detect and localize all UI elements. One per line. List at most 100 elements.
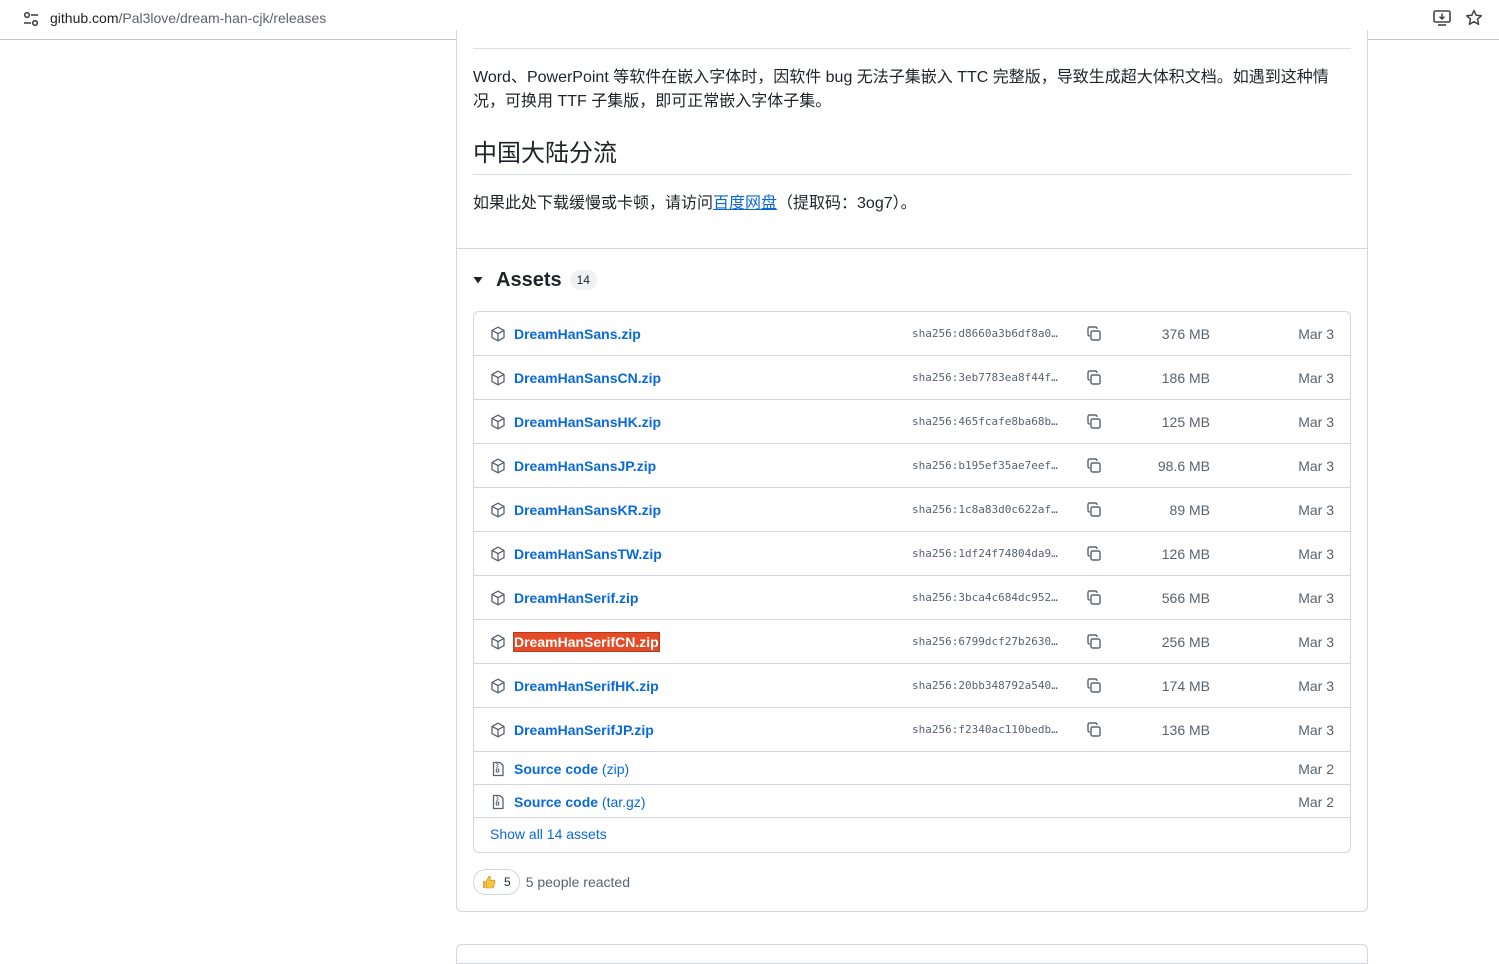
install-app-icon[interactable] [1432,8,1452,28]
asset-download-link[interactable]: DreamHanSansTW.zip [514,545,662,563]
package-icon [490,722,506,738]
assets-title: Assets [496,268,562,291]
asset-date: Mar 2 [1298,761,1334,777]
asset-row: DreamHanSansHK.zip sha256:465fcafe8ba68b…… [474,400,1350,444]
asset-size: 126 MB [1161,546,1210,562]
next-release-card [456,944,1368,964]
source-code-format: (tar.gz) [601,794,646,810]
show-all-assets-link[interactable]: Show all 14 assets [474,818,1350,851]
asset-sha256: sha256:1c8a83d0c622af… [912,503,1058,516]
assets-toggle[interactable]: Assets 14 [473,266,597,294]
mirror-heading: 中国大陆分流 [473,136,1351,175]
reactions: 5 5 people reacted [473,869,630,895]
copy-icon[interactable] [1085,369,1103,387]
asset-size: 136 MB [1161,722,1210,738]
asset-size: 376 MB [1161,326,1210,342]
package-icon [490,414,506,430]
asset-row: DreamHanSansKR.zip sha256:1c8a83d0c622af…… [474,488,1350,532]
reaction-summary: 5 people reacted [525,874,630,890]
asset-row: DreamHanSerifCN.zip sha256:6799dcf27b2630… [474,620,1350,664]
package-icon [490,590,506,606]
tune-icon[interactable] [22,10,40,28]
asset-date: Mar 3 [1298,502,1334,518]
mirror-text-after: （提取码：3og7）。 [777,195,917,212]
mirror-text-before: 如果此处下载缓慢或卡顿，请访问 [473,195,714,212]
asset-size: 174 MB [1161,678,1210,694]
asset-download-link[interactable]: DreamHanSerifJP.zip [514,721,654,739]
source-code-link[interactable]: Source code (tar.gz) [514,793,646,811]
assets-count-badge: 14 [569,270,597,290]
asset-download-link[interactable]: DreamHanSerifCN.zip [513,632,660,652]
divider [457,248,1367,249]
star-icon[interactable] [1464,8,1484,28]
package-icon [490,546,506,562]
asset-sha256: sha256:f2340ac110bedb… [912,723,1058,736]
asset-row: DreamHanSansTW.zip sha256:1df24f74804da9…… [474,532,1350,576]
package-icon [490,502,506,518]
asset-row: DreamHanSerifJP.zip sha256:f2340ac110bedb… [474,708,1350,752]
show-all-row: Show all 14 assets [474,818,1350,851]
thumbs-up-icon [483,875,496,889]
asset-download-link[interactable]: DreamHanSans.zip [514,325,641,343]
asset-date: Mar 3 [1298,370,1334,386]
source-code-label: Source code [514,794,599,810]
asset-date: Mar 3 [1298,326,1334,342]
thumbs-up-reaction-button[interactable]: 5 [473,869,520,895]
asset-sha256: sha256:1df24f74804da9… [912,547,1058,560]
asset-sha256: sha256:3bca4c684dc952… [912,591,1058,604]
asset-row: DreamHanSans.zip sha256:d8660a3b6df8a0… 37… [474,312,1350,356]
asset-download-link[interactable]: DreamHanSansHK.zip [514,413,661,431]
copy-icon[interactable] [1085,721,1103,739]
url-host: github.com [50,10,119,26]
copy-icon[interactable] [1085,677,1103,695]
asset-sha256: sha256:6799dcf27b2630… [912,635,1058,648]
asset-sha256: sha256:20bb348792a540… [912,679,1058,692]
triangle-down-icon [473,277,483,284]
source-code-link[interactable]: Source code (zip) [514,760,629,778]
url-text[interactable]: github.com/Pal3love/dream-han-cjk/releas… [50,9,326,27]
mirror-paragraph: 如果此处下载缓慢或卡顿，请访问百度网盘（提取码：3og7）。 [473,192,1353,216]
asset-download-link[interactable]: DreamHanSansCN.zip [514,369,661,387]
asset-download-link[interactable]: DreamHanSerif.zip [514,589,638,607]
asset-download-link[interactable]: DreamHanSansKR.zip [514,501,661,519]
embed-note-paragraph: Word、PowerPoint 等软件在嵌入字体时，因软件 bug 无法子集嵌入… [473,69,1329,110]
asset-sha256: sha256:d8660a3b6df8a0… [912,327,1058,340]
copy-icon[interactable] [1085,589,1103,607]
asset-date: Mar 3 [1298,458,1334,474]
asset-size: 186 MB [1161,370,1210,386]
asset-date: Mar 2 [1298,794,1334,810]
reaction-count: 5 [504,875,511,889]
package-icon [490,326,506,342]
asset-size: 256 MB [1161,634,1210,650]
asset-date: Mar 3 [1298,722,1334,738]
url-path: /Pal3love/dream-han-cjk/releases [118,10,327,26]
asset-date: Mar 3 [1298,634,1334,650]
asset-row: DreamHanSansCN.zip sha256:3eb7783ea8f44f…… [474,356,1350,400]
source-code-label: Source code [514,761,599,777]
copy-icon[interactable] [1085,633,1103,651]
asset-row: DreamHanSerifHK.zip sha256:20bb348792a540… [474,664,1350,708]
file-zip-icon [490,794,506,810]
asset-download-link[interactable]: DreamHanSerifHK.zip [514,677,659,695]
asset-row: DreamHanSansJP.zip sha256:b195ef35ae7eef…… [474,444,1350,488]
copy-icon[interactable] [1085,457,1103,475]
source-code-format: (zip) [601,761,630,777]
package-icon [490,458,506,474]
asset-date: Mar 3 [1298,590,1334,606]
copy-icon[interactable] [1085,545,1103,563]
asset-size: 125 MB [1161,414,1210,430]
asset-download-link[interactable]: DreamHanSansJP.zip [514,457,656,475]
baidu-pan-link[interactable]: 百度网盘 [713,195,777,212]
file-zip-icon [490,761,506,777]
source-code-row: Source code (tar.gz) Mar 2 [474,785,1350,818]
asset-size: 98.6 MB [1157,458,1210,474]
asset-date: Mar 3 [1298,678,1334,694]
copy-icon[interactable] [1085,413,1103,431]
copy-icon[interactable] [1085,325,1103,343]
asset-sha256: sha256:b195ef35ae7eef… [912,459,1058,472]
asset-sha256: sha256:465fcafe8ba68b… [912,415,1058,428]
copy-icon[interactable] [1085,501,1103,519]
package-icon [490,678,506,694]
assets-list: DreamHanSans.zip sha256:d8660a3b6df8a0… 37… [473,311,1351,853]
asset-size: 89 MB [1169,502,1210,518]
